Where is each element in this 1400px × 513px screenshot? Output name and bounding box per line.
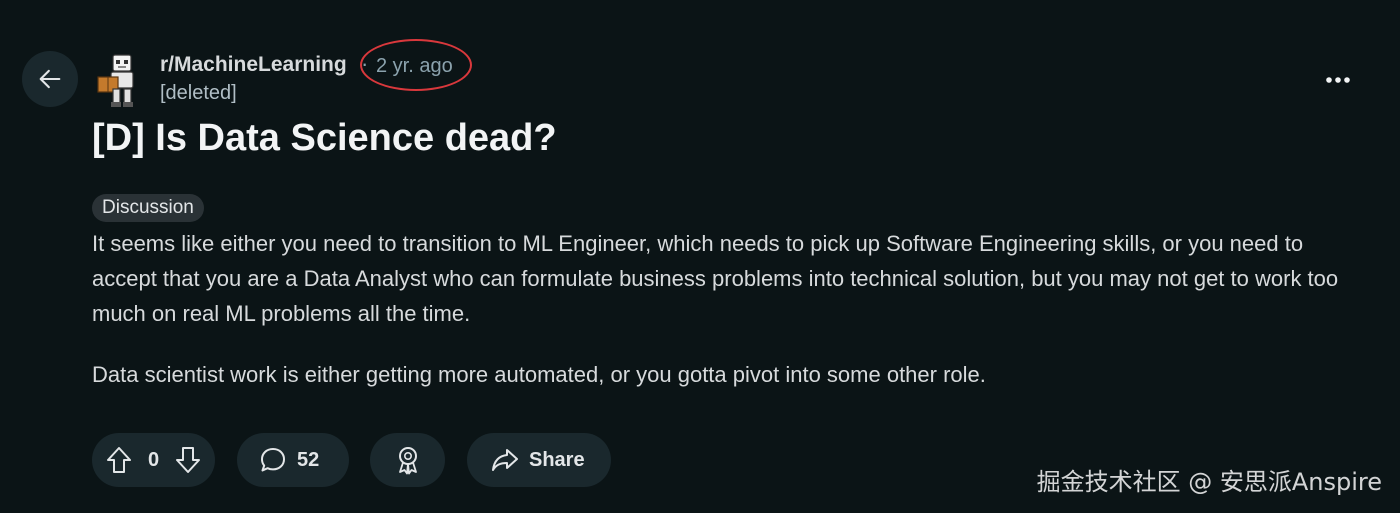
share-label: Share [529,448,585,471]
downvote-arrow-icon[interactable] [175,446,201,474]
vote-controls: 0 [92,433,215,487]
watermark-text: 掘金技术社区 @ 安思派Anspire [1036,468,1382,496]
upvote-arrow-icon[interactable] [106,446,132,474]
meta-separator: · [361,51,369,76]
comments-button[interactable]: 52 [237,433,349,487]
award-button[interactable] [370,433,445,487]
post-flair[interactable]: Discussion [92,194,204,222]
share-arrow-icon [492,449,518,471]
post-title[interactable]: [D] Is Data Science dead? [92,114,557,162]
subreddit-link[interactable]: r/MachineLearning [160,53,347,77]
vote-count: 0 [147,448,160,471]
post-timestamp: 2 yr. ago [376,55,453,77]
comment-bubble-icon [261,448,285,472]
post-page: r/MachineLearning · 2 yr. ago [deleted] … [0,0,1400,513]
more-options-button[interactable] [1314,60,1362,100]
comment-count: 52 [297,448,320,471]
post-body-paragraph: Data scientist work is either getting mo… [92,362,986,387]
subreddit-avatar[interactable] [96,53,146,109]
post-author[interactable]: [deleted] [160,82,237,105]
award-ribbon-icon [398,447,417,475]
share-button[interactable]: Share [467,433,611,487]
post-body-paragraph: It seems like either you need to transit… [92,231,1339,326]
robot-reading-book-icon [97,54,134,107]
arrow-left-icon [39,69,61,89]
back-button[interactable] [22,51,78,107]
more-horizontal-icon [1326,77,1350,83]
